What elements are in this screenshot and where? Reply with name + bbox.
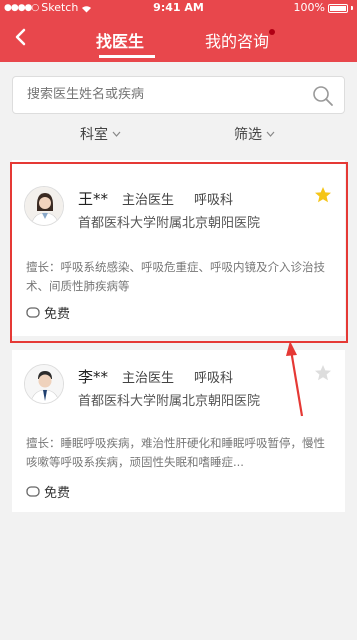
- doctor-department: 呼吸科: [194, 371, 234, 386]
- notification-dot: [269, 29, 275, 35]
- screen-filter[interactable]: 筛选: [234, 124, 275, 144]
- chat-bubble-icon: [26, 485, 40, 497]
- doctor-title: 主治医生: [122, 193, 175, 208]
- doctor-avatar: [24, 186, 64, 226]
- doctor-title: 主治医生: [122, 371, 175, 386]
- tab-bar: 找医生 我的咨询: [0, 22, 357, 62]
- doctor-specialty: 擅长：睡眠呼吸疾病，难治性肝硬化和睡眠呼吸暂停，慢性咳嗽等呼吸系疾病，顽固性失眠…: [26, 436, 325, 469]
- doctor-photo: [25, 365, 63, 403]
- doctor-name: 王**: [78, 190, 109, 208]
- star-icon[interactable]: [314, 186, 332, 204]
- tab-my-consultations[interactable]: 我的咨询: [205, 28, 269, 52]
- doctor-photo: [25, 187, 63, 225]
- header-bar: ●●●●○ Sketch 9:41 AM 100% 找医生 我的咨询: [0, 0, 357, 62]
- filter-bar: 科室 筛选: [0, 124, 357, 148]
- tab-find-doctor[interactable]: 找医生: [96, 28, 144, 52]
- status-bar: ●●●●○ Sketch 9:41 AM 100%: [0, 0, 357, 16]
- consult-fee: 免费: [26, 482, 70, 501]
- search-box[interactable]: [12, 76, 345, 114]
- search-input[interactable]: [27, 87, 297, 102]
- active-tab-underline: [99, 55, 155, 58]
- fee-label: 免费: [44, 307, 71, 322]
- doctor-hospital: 首都医科大学附属北京朝阳医院: [78, 216, 261, 231]
- doctor-specialty: 擅长：呼吸系统感染、呼吸危重症、呼吸内镜及介入诊治技术、间质性肺疾病等: [26, 260, 325, 293]
- consult-fee: 免费: [26, 303, 70, 322]
- screen-filter-label: 筛选: [234, 127, 262, 143]
- doctor-name: 李**: [78, 368, 109, 386]
- doctor-department: 呼吸科: [194, 193, 234, 208]
- fee-label: 免费: [44, 486, 71, 501]
- department-filter-label: 科室: [80, 127, 108, 143]
- battery-percent: 100%: [293, 1, 325, 14]
- doctor-card[interactable]: 王** 主治医生 呼吸科 首都医科大学附属北京朝阳医院 擅长：呼吸系统感染、呼吸…: [12, 160, 345, 336]
- doctor-hospital: 首都医科大学附属北京朝阳医院: [78, 394, 261, 409]
- department-filter[interactable]: 科室: [80, 124, 121, 144]
- chevron-down-icon: [266, 131, 275, 137]
- chat-bubble-icon: [26, 306, 40, 318]
- doctor-avatar: [24, 364, 64, 404]
- annotation-arrow-icon: [286, 341, 304, 417]
- star-icon[interactable]: [314, 364, 332, 382]
- chevron-down-icon: [112, 131, 121, 137]
- search-icon[interactable]: [312, 85, 334, 107]
- battery-icon: [328, 3, 348, 13]
